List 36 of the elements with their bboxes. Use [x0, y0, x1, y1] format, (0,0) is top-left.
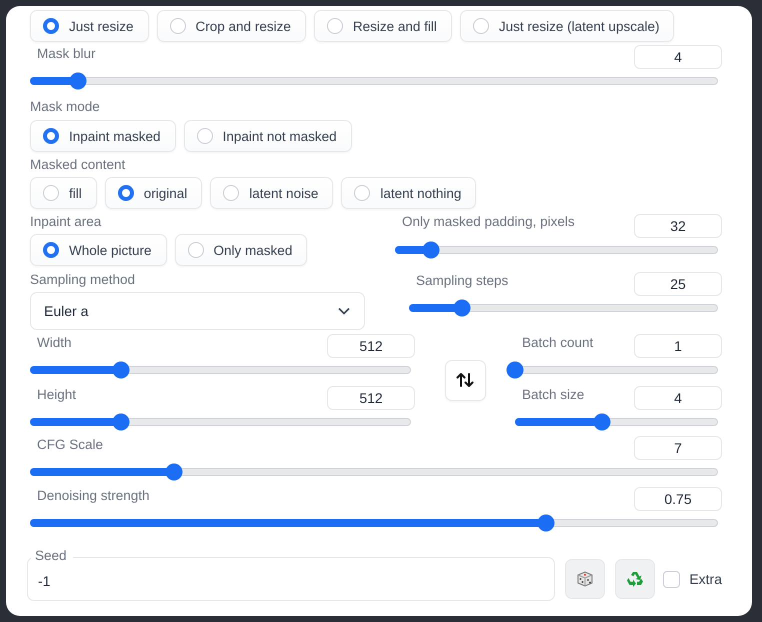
radio-option[interactable]: latent nothing: [341, 177, 476, 209]
number-field[interactable]: 0.75: [634, 487, 722, 511]
radio-option[interactable]: Only masked: [174, 234, 308, 266]
radio-option[interactable]: original: [104, 177, 202, 209]
slider-label: Denoising strength: [37, 488, 150, 504]
number-field[interactable]: 4: [634, 45, 722, 69]
sampling-dropdown[interactable]: Euler a: [30, 292, 365, 330]
slider-label: Sampling steps: [416, 273, 508, 289]
slider-label: Only masked padding, pixels: [402, 214, 575, 230]
radio-option[interactable]: Just resize (latent upscale): [460, 10, 674, 42]
section-label: Mask mode: [30, 99, 101, 115]
radio-option[interactable]: Crop and resize: [156, 10, 306, 42]
section-label: Masked content: [30, 157, 126, 173]
section-label: Sampling method: [30, 272, 136, 288]
slider-label: Batch size: [522, 387, 584, 403]
section-label: Inpaint area: [30, 214, 102, 230]
slider-label: Width: [37, 335, 72, 351]
number-field[interactable]: 512: [327, 334, 415, 358]
number-field[interactable]: 25: [634, 272, 722, 296]
slider-label: Height: [37, 387, 76, 403]
radio-option[interactable]: latent noise: [210, 177, 334, 209]
slider-label: Batch count: [522, 335, 594, 351]
number-field[interactable]: 7: [634, 436, 722, 460]
radio-option[interactable]: Resize and fill: [314, 10, 452, 42]
number-field[interactable]: 32: [634, 214, 722, 238]
radio-option[interactable]: Inpaint masked: [30, 120, 176, 152]
radio-option[interactable]: Just resize: [30, 10, 149, 42]
extra-checkbox[interactable]: Extra: [663, 570, 722, 588]
number-field[interactable]: 4: [634, 386, 722, 410]
slider-label: CFG Scale: [37, 437, 104, 453]
number-field[interactable]: 1: [634, 334, 722, 358]
radio-option[interactable]: Inpaint not masked: [184, 120, 352, 152]
radio-option[interactable]: Whole picture: [30, 234, 167, 266]
slider-label: Mask blur: [37, 46, 96, 62]
radio-option[interactable]: fill: [30, 177, 97, 209]
number-field[interactable]: 512: [327, 386, 415, 410]
